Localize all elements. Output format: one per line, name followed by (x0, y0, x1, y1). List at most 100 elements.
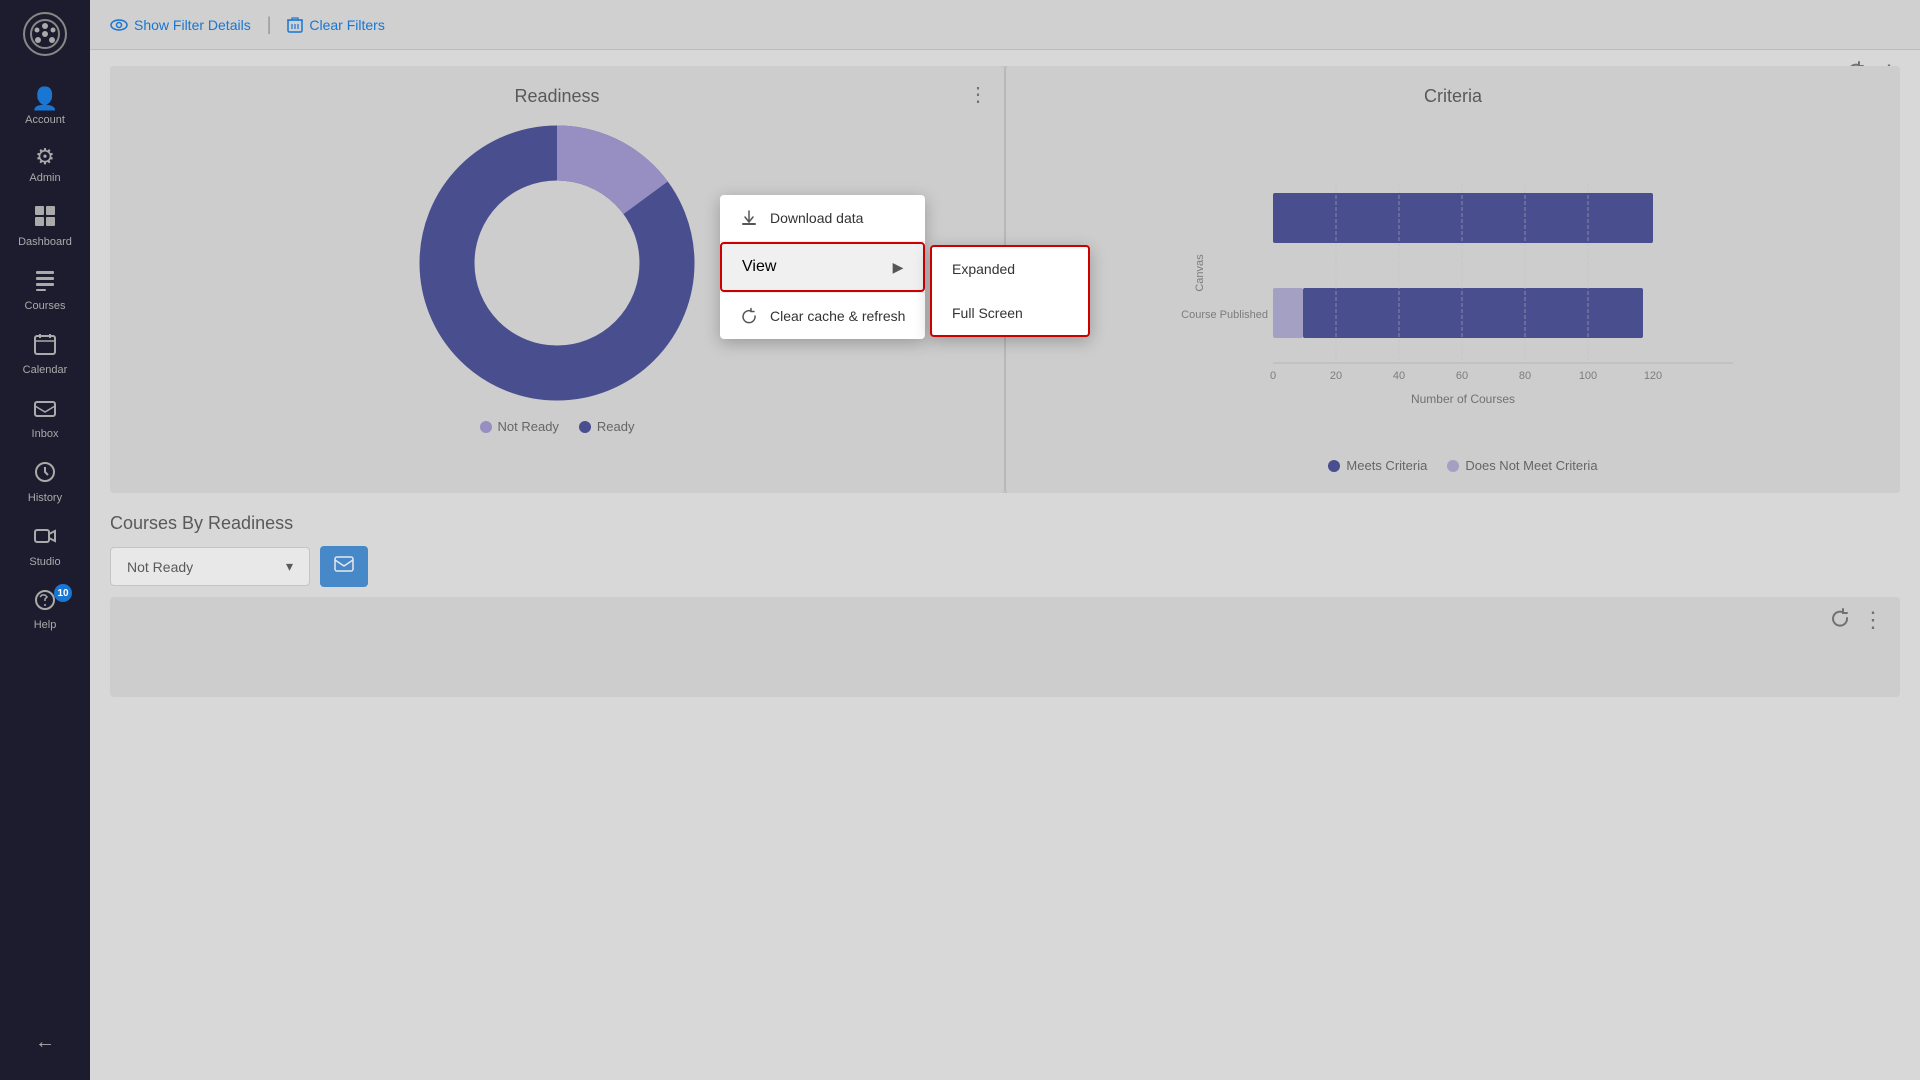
criteria-legend: Meets Criteria Does Not Meet Criteria (1046, 458, 1880, 473)
chevron-down-icon: ▾ (286, 558, 293, 575)
ready-dot (579, 421, 591, 433)
svg-text:120: 120 (1644, 370, 1662, 382)
sidebar-item-courses[interactable]: Courses (0, 258, 90, 322)
svg-text:100: 100 (1579, 370, 1597, 382)
sidebar-item-calendar[interactable]: Calendar (0, 322, 90, 386)
sidebar-item-dashboard[interactable]: Dashboard (0, 194, 90, 258)
account-icon: 👤 (31, 88, 58, 110)
sidebar-label-studio: Studio (29, 556, 60, 568)
dashboard-icon (33, 204, 57, 232)
view-submenu: Expanded Full Screen (930, 245, 1090, 337)
bar-chart: Canvas Course Published 0 20 40 60 (1046, 133, 1880, 453)
admin-icon: ⚙ (35, 146, 55, 168)
sidebar-label-history: History (28, 492, 62, 504)
readiness-title: Readiness (130, 86, 984, 107)
legend-ready: Ready (579, 419, 635, 434)
clear-cache-item[interactable]: Clear cache & refresh (720, 293, 925, 339)
meets-label: Meets Criteria (1346, 458, 1427, 473)
donut-legend: Not Ready Ready (480, 419, 635, 434)
topbar-divider: | (267, 14, 272, 35)
sidebar-label-admin: Admin (29, 172, 60, 184)
second-refresh-icon (1830, 608, 1850, 628)
full-screen-item[interactable]: Full Screen (932, 291, 1088, 335)
not-ready-dot (480, 421, 492, 433)
sidebar-item-account[interactable]: 👤 Account (0, 78, 90, 136)
view-label: View (742, 258, 776, 276)
sidebar-label-calendar: Calendar (23, 364, 68, 376)
sidebar-item-inbox[interactable]: Inbox (0, 386, 90, 450)
donut-chart (417, 123, 697, 403)
expanded-item[interactable]: Expanded (932, 247, 1088, 291)
full-screen-label: Full Screen (952, 305, 1023, 321)
dropdown-menu: Download data View ▶ Clear cache & refre… (720, 195, 925, 339)
sidebar-label-inbox: Inbox (32, 428, 59, 440)
not-ready-label: Not Ready (498, 419, 559, 434)
chevron-right-icon: ▶ (893, 259, 904, 276)
sidebar-label-account: Account (25, 114, 65, 126)
sidebar-logo[interactable] (21, 10, 69, 58)
readiness-filter-select[interactable]: Not Ready ▾ (110, 547, 310, 586)
main-content: Show Filter Details | Clear Filters (90, 0, 1920, 1080)
svg-text:20: 20 (1330, 370, 1342, 382)
download-icon (740, 209, 758, 227)
clear-filters-label: Clear Filters (309, 17, 384, 33)
svg-text:80: 80 (1519, 370, 1531, 382)
clear-cache-label: Clear cache & refresh (770, 308, 905, 324)
courses-by-readiness-title: Courses By Readiness (110, 513, 1900, 534)
svg-text:Canvas: Canvas (1194, 254, 1206, 292)
svg-text:40: 40 (1393, 370, 1405, 382)
legend-meets: Meets Criteria (1328, 458, 1427, 473)
not-meets-label: Does Not Meet Criteria (1465, 458, 1597, 473)
courses-by-readiness-section: Courses By Readiness Not Ready ▾ (110, 513, 1900, 587)
second-card-refresh-button[interactable] (1830, 607, 1850, 633)
courses-icon (33, 268, 57, 296)
second-card: ⋮ (110, 597, 1900, 697)
sidebar-label-help: Help (34, 619, 57, 631)
ready-label: Ready (597, 419, 635, 434)
clear-filters-button[interactable]: Clear Filters (287, 16, 384, 34)
collapse-icon: ← (35, 1031, 55, 1053)
sidebar-item-help[interactable]: 10 Help (0, 578, 90, 641)
content-area: ⋮ Readiness ⋮ (90, 50, 1920, 1080)
filter-select-value: Not Ready (127, 559, 193, 575)
eye-icon (110, 16, 128, 34)
criteria-card: Criteria Canvas Course Published (1004, 66, 1900, 493)
sidebar-collapse-button[interactable]: ← (35, 1015, 55, 1070)
calendar-icon (33, 332, 57, 360)
sidebar-label-courses: Courses (25, 300, 66, 312)
download-data-label: Download data (770, 210, 863, 226)
download-data-item[interactable]: Download data (720, 195, 925, 241)
show-filter-label: Show Filter Details (134, 17, 251, 33)
meets-dot (1328, 460, 1340, 472)
svg-text:60: 60 (1456, 370, 1468, 382)
expanded-label: Expanded (952, 261, 1015, 277)
sidebar-item-studio[interactable]: Studio (0, 514, 90, 578)
email-button[interactable] (320, 546, 368, 587)
view-item[interactable]: View ▶ (720, 242, 925, 292)
legend-not-ready: Not Ready (480, 419, 559, 434)
sidebar-item-admin[interactable]: ⚙ Admin (0, 136, 90, 194)
help-badge-count: 10 (54, 584, 72, 602)
not-meets-dot (1447, 460, 1459, 472)
sidebar: 👤 Account ⚙ Admin Dashboard Courses (0, 0, 90, 1080)
bar-chart-wrapper: Canvas Course Published 0 20 40 60 (1026, 123, 1880, 473)
trash-icon (287, 16, 303, 34)
refresh-small-icon (740, 307, 758, 325)
readiness-filter-row: Not Ready ▾ (110, 546, 1900, 587)
show-filter-details-button[interactable]: Show Filter Details (110, 16, 251, 34)
topbar: Show Filter Details | Clear Filters (90, 0, 1920, 50)
inbox-icon (33, 396, 57, 424)
history-icon (33, 460, 57, 488)
sidebar-label-dashboard: Dashboard (18, 236, 72, 248)
svg-text:0: 0 (1270, 370, 1276, 382)
svg-text:Course Published: Course Published (1181, 309, 1268, 321)
criteria-title: Criteria (1026, 86, 1880, 107)
second-card-more-button[interactable]: ⋮ (1862, 607, 1884, 633)
second-card-actions: ⋮ (1830, 607, 1884, 633)
svg-text:Number of Courses: Number of Courses (1411, 392, 1515, 406)
sidebar-item-history[interactable]: History (0, 450, 90, 514)
readiness-menu-button[interactable]: ⋮ (968, 82, 988, 107)
legend-not-meets: Does Not Meet Criteria (1447, 458, 1597, 473)
studio-icon (33, 524, 57, 552)
email-icon (334, 556, 354, 572)
